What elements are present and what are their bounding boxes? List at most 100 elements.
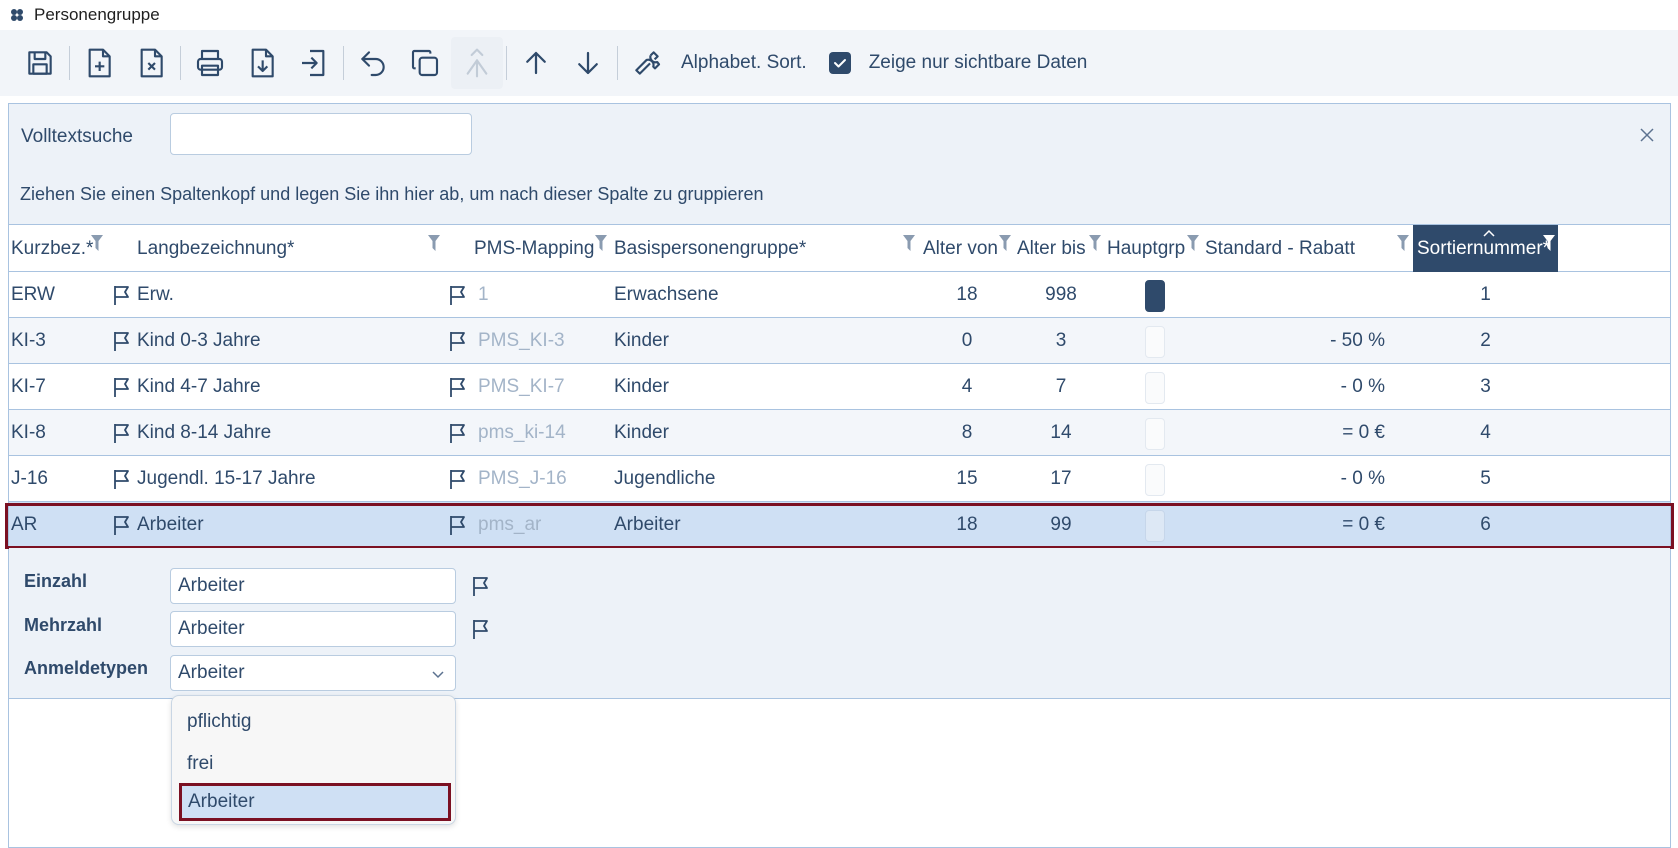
cell-sortiernummer: 6 xyxy=(1480,513,1491,535)
column-header-alter-von[interactable]: Alter von xyxy=(923,225,998,272)
main-panel: Volltextsuche Ziehen Sie einen Spaltenko… xyxy=(5,103,1674,848)
fulltext-search-input[interactable] xyxy=(170,113,472,155)
cell-basispersonengruppe: Erwachsene xyxy=(614,283,719,305)
flag-icon[interactable] xyxy=(448,514,468,536)
chevron-down-icon xyxy=(432,671,444,679)
cell-langbez: Jugendl. 15-17 Jahre xyxy=(137,467,316,489)
move-up-button[interactable] xyxy=(510,37,562,89)
hauptgrp-toggle[interactable] xyxy=(1145,280,1165,312)
cell-kurzbez: KI-8 xyxy=(11,421,46,443)
cell-standard-rabatt: - 0 % xyxy=(1340,467,1385,489)
cell-sortiernummer: 1 xyxy=(1480,283,1491,305)
cell-langbez: Kind 8-14 Jahre xyxy=(137,421,272,443)
new-document-button[interactable] xyxy=(73,37,125,89)
column-header-kurzbez[interactable]: Kurzbez.* xyxy=(11,225,93,272)
einzahl-input[interactable] xyxy=(170,568,456,604)
cell-alter-von: 4 xyxy=(961,375,973,397)
cell-sortiernummer: 5 xyxy=(1480,467,1491,489)
anmeldetypen-select[interactable]: Arbeiter xyxy=(170,655,456,691)
hauptgrp-toggle[interactable] xyxy=(1145,464,1165,496)
toolbar-separator xyxy=(180,46,181,80)
cell-kurzbez: J-16 xyxy=(11,467,48,489)
column-header-standard-rabatt[interactable]: Standard - Rabatt xyxy=(1205,225,1355,272)
hauptgrp-toggle[interactable] xyxy=(1145,418,1165,450)
import-button[interactable] xyxy=(236,37,288,89)
flag-icon[interactable] xyxy=(448,330,468,352)
copy-button[interactable] xyxy=(399,37,451,89)
cell-standard-rabatt: = 0 € xyxy=(1342,421,1385,443)
cell-pms-mapping: PMS_KI-3 xyxy=(478,329,565,351)
grid-header: Kurzbez.* Langbezeichnung* PMS-Mapping B… xyxy=(9,224,1670,272)
delete-document-icon xyxy=(140,48,163,78)
undo-button[interactable] xyxy=(347,37,399,89)
filter-icon[interactable] xyxy=(595,235,607,251)
hauptgrp-toggle[interactable] xyxy=(1145,510,1165,542)
filter-icon[interactable] xyxy=(1543,235,1555,251)
flag-icon[interactable] xyxy=(112,468,132,490)
visible-only-checkbox[interactable] xyxy=(828,52,851,74)
flag-icon[interactable] xyxy=(448,376,468,398)
close-icon xyxy=(1640,128,1654,142)
dropdown-option-pflichtig[interactable]: pflichtig xyxy=(172,703,455,741)
export-button[interactable] xyxy=(288,37,340,89)
mehrzahl-label: Mehrzahl xyxy=(24,615,103,635)
dropdown-option-arbeiter[interactable]: Arbeiter xyxy=(179,783,451,821)
table-row[interactable]: KI-8 Kind 8-14 Jahre pms_ki-14 Kinder 8 … xyxy=(9,410,1670,456)
delete-document-button[interactable] xyxy=(125,37,177,89)
column-header-alter-bis[interactable]: Alter bis xyxy=(1017,225,1086,272)
table-row[interactable]: KI-3 Kind 0-3 Jahre PMS_KI-3 Kinder 0 3 … xyxy=(9,318,1670,364)
undo-icon xyxy=(361,51,385,77)
flag-icon[interactable] xyxy=(112,422,132,444)
print-button[interactable] xyxy=(184,37,236,89)
merge-button[interactable] xyxy=(451,37,503,89)
download-icon xyxy=(251,48,274,78)
cell-standard-rabatt: - 0 % xyxy=(1340,375,1385,397)
flag-icon[interactable] xyxy=(112,376,132,398)
table-row[interactable]: KI-7 Kind 4-7 Jahre PMS_KI-7 Kinder 4 7 … xyxy=(9,364,1670,410)
close-search-button[interactable] xyxy=(1636,124,1658,146)
flag-icon[interactable] xyxy=(448,284,468,306)
table-row[interactable]: J-16 Jugendl. 15-17 Jahre PMS_J-16 Jugen… xyxy=(9,456,1670,502)
settings-button[interactable] xyxy=(621,37,673,89)
table-row-selected[interactable]: AR Arbeiter pms_ar Arbeiter 18 99 = 0 € … xyxy=(9,502,1670,548)
cell-kurzbez: KI-3 xyxy=(11,329,46,351)
search-area: Volltextsuche Ziehen Sie einen Spaltenko… xyxy=(9,104,1670,224)
filter-icon[interactable] xyxy=(903,235,915,251)
cell-standard-rabatt: - 50 % xyxy=(1330,329,1385,351)
mehrzahl-input[interactable] xyxy=(170,611,456,647)
filter-icon[interactable] xyxy=(999,235,1011,251)
cell-pms-mapping: pms_ar xyxy=(478,513,542,535)
save-button[interactable] xyxy=(14,37,66,89)
filter-icon[interactable] xyxy=(1397,235,1409,251)
flag-icon[interactable] xyxy=(448,468,468,490)
hauptgrp-toggle[interactable] xyxy=(1145,326,1165,358)
flag-icon[interactable] xyxy=(112,284,132,306)
filter-icon[interactable] xyxy=(428,235,440,251)
column-header-basispersonengruppe[interactable]: Basispersonengruppe* xyxy=(614,225,806,272)
column-header-langbez[interactable]: Langbezeichnung* xyxy=(137,225,294,272)
cell-pms-mapping: pms_ki-14 xyxy=(478,421,566,443)
table-row[interactable]: ERW Erw. 1 Erwachsene 18 998 1 xyxy=(9,272,1670,318)
alphabet-sort-button[interactable]: Alphabet. Sort. xyxy=(681,52,807,74)
einzahl-label: Einzahl xyxy=(24,571,88,591)
flag-icon[interactable] xyxy=(471,618,491,640)
filter-icon[interactable] xyxy=(1089,235,1101,251)
arrow-down-icon xyxy=(578,51,598,75)
filter-icon[interactable] xyxy=(91,235,103,251)
dropdown-option-frei[interactable]: frei xyxy=(172,745,455,783)
filter-icon[interactable] xyxy=(1187,235,1199,251)
cell-kurzbez: AR xyxy=(11,513,38,535)
flag-icon[interactable] xyxy=(112,514,132,536)
flag-icon[interactable] xyxy=(448,422,468,444)
cell-basispersonengruppe: Arbeiter xyxy=(614,513,681,535)
move-down-button[interactable] xyxy=(562,37,614,89)
column-header-pms-mapping[interactable]: PMS-Mapping xyxy=(474,225,594,272)
cell-kurzbez: KI-7 xyxy=(11,375,46,397)
cell-pms-mapping: PMS_J-16 xyxy=(478,467,567,489)
flag-icon[interactable] xyxy=(471,575,491,597)
add-document-icon xyxy=(88,48,111,78)
hauptgrp-toggle[interactable] xyxy=(1145,372,1165,404)
flag-icon[interactable] xyxy=(112,330,132,352)
column-header-hauptgrp[interactable]: Hauptgrp xyxy=(1107,225,1185,272)
merge-icon xyxy=(466,48,488,78)
